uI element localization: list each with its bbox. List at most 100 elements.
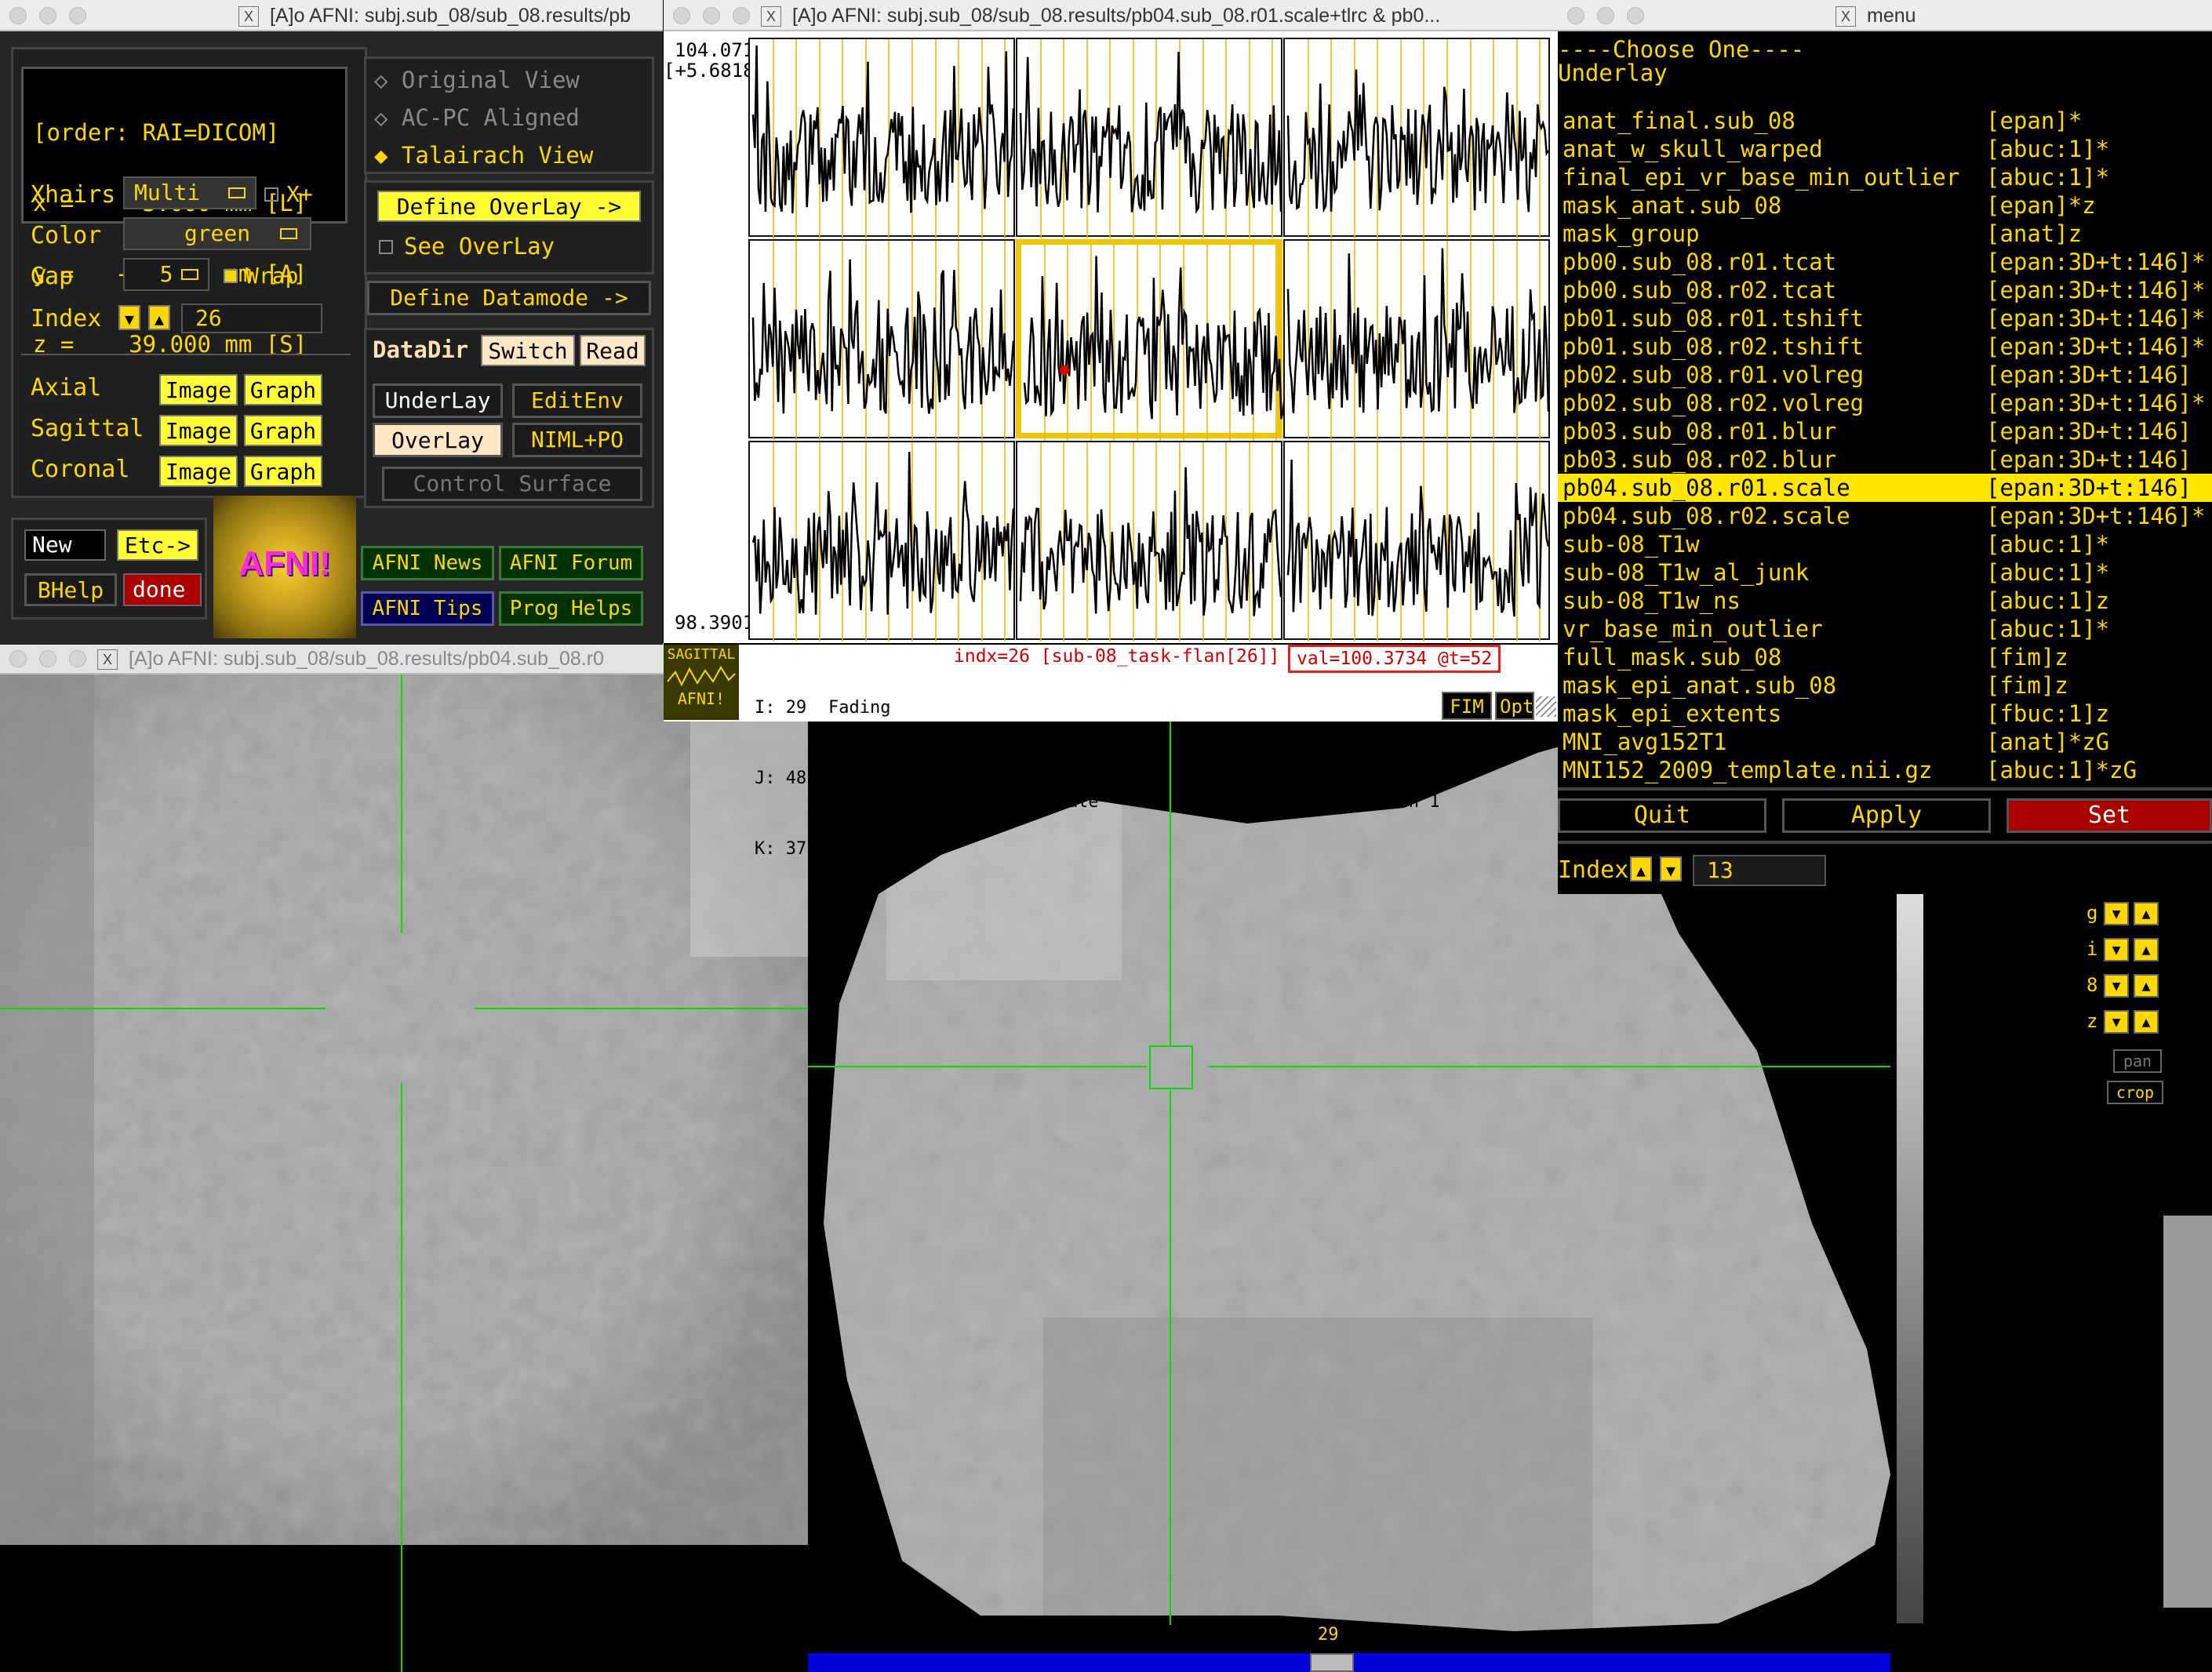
coronal-image-button[interactable]: Image — [159, 456, 238, 487]
slice-slider[interactable] — [808, 1653, 1890, 1672]
afni-tips-link[interactable]: AFNI Tips — [361, 591, 494, 626]
graph-titlebar[interactable]: X [A]o AFNI: subj.sub_08/sub_08.results/p… — [664, 0, 1558, 31]
apply-button[interactable]: Apply — [1782, 798, 1991, 833]
timeseries-cell[interactable] — [1016, 38, 1282, 238]
menu-item[interactable]: sub-08_T1w_ns [abuc:1]z — [1558, 587, 2212, 615]
decrease-button[interactable]: ▼ — [2104, 902, 2129, 925]
editenv-button[interactable]: EditEnv — [512, 383, 642, 418]
menu-item[interactable]: anat_w_skull_warped [abuc:1]* — [1558, 135, 2212, 163]
sagittal-image-button[interactable]: Image — [159, 415, 238, 446]
menu-item[interactable]: mask_group [anat]z — [1558, 220, 2212, 248]
menu-item[interactable]: mask_anat.sub_08 [epan]*z — [1558, 191, 2212, 220]
menu-item[interactable]: sub-08_T1w_al_junk [abuc:1]* — [1558, 558, 2212, 587]
menu-titlebar[interactable]: Xmenu — [1558, 0, 2212, 31]
nimlpo-button[interactable]: NIML+PO — [512, 423, 642, 457]
switch-button[interactable]: Switch — [481, 335, 575, 366]
menu-index-up-button[interactable]: ▲ — [1630, 856, 1652, 881]
crop-button[interactable]: crop — [2107, 1081, 2163, 1104]
color-menu[interactable]: green — [123, 217, 311, 250]
timeseries-grid[interactable] — [748, 38, 1550, 642]
fim-button[interactable]: FIM — [1442, 692, 1492, 720]
overlay-button[interactable]: OverLay — [373, 423, 503, 457]
timeseries-cell[interactable] — [1283, 239, 1550, 440]
menu-item[interactable]: final_epi_vr_base_min_outlier [abuc:1]* — [1558, 163, 2212, 191]
menu-item[interactable]: pb00.sub_08.r02.tcat [epan:3D+t:146]* — [1558, 276, 2212, 304]
menu-index-field[interactable]: 13 — [1693, 855, 1826, 886]
index-down-button[interactable]: ▼ — [118, 305, 140, 330]
menu-list[interactable]: anat_final.sub_08 [epan]* anat_w_skull_war… — [1558, 107, 2212, 789]
menu-item[interactable]: full_mask.sub_08 [fim]z — [1558, 643, 2212, 671]
timeseries-cell[interactable] — [748, 441, 1015, 642]
increase-button[interactable]: ▲ — [2134, 974, 2159, 998]
set-button[interactable]: Set — [2006, 798, 2212, 833]
menu-item[interactable]: vr_base_min_outlier [abuc:1]* — [1558, 615, 2212, 643]
timeseries-cell[interactable] — [748, 239, 1015, 440]
main-titlebar[interactable]: X [A]o AFNI: subj.sub_08/sub_08.results/p… — [0, 0, 663, 31]
control-surface-button[interactable]: Control Surface — [382, 467, 642, 501]
new-button[interactable]: New — [24, 529, 106, 561]
pan-button[interactable]: pan — [2113, 1049, 2162, 1073]
done-button[interactable]: done — [123, 573, 202, 606]
sagittal-graph-button[interactable]: Graph — [244, 415, 322, 446]
menu-item[interactable]: anat_final.sub_08 [epan]* — [1558, 107, 2212, 135]
timeseries-cell-center[interactable] — [1016, 239, 1286, 444]
left-image-viewer[interactable] — [0, 674, 808, 1672]
gap-menu[interactable]: 5 — [123, 258, 209, 291]
timeseries-cell[interactable] — [1283, 38, 1550, 238]
xplus-toggle[interactable]: X+ — [264, 181, 313, 207]
index-up-button[interactable]: ▲ — [148, 305, 170, 330]
menu-item[interactable]: pb03.sub_08.r01.blur [epan:3D+t:146] — [1558, 417, 2212, 445]
see-overlay-toggle[interactable]: See OverLay — [379, 233, 555, 260]
increase-button[interactable]: ▲ — [2134, 938, 2159, 961]
underlay-button[interactable]: UnderLay — [373, 383, 503, 418]
timeseries-cell[interactable] — [748, 38, 1015, 238]
etc-button[interactable]: Etc-> — [117, 529, 198, 561]
axial-graph-button[interactable]: Graph — [244, 374, 322, 405]
bhelp-button[interactable]: BHelp — [24, 573, 117, 606]
xhairs-menu[interactable]: Multi — [123, 176, 256, 209]
read-button[interactable]: Read — [580, 335, 646, 366]
menu-item[interactable]: pb04.sub_08.r02.scale [epan:3D+t:146]* — [1558, 502, 2212, 530]
menu-item[interactable]: pb02.sub_08.r02.volreg [epan:3D+t:146]* — [1558, 389, 2212, 417]
afni-forum-link[interactable]: AFNI Forum — [499, 546, 643, 580]
menu-item[interactable]: MNI152_2009_template.nii.gz [abuc:1]*zG — [1558, 756, 2212, 784]
left-brain-slice[interactable] — [0, 674, 808, 1672]
increase-button[interactable]: ▲ — [2134, 902, 2159, 925]
afni-news-link[interactable]: AFNI News — [361, 546, 494, 580]
menu-item[interactable]: pb01.sub_08.r01.tshift [epan:3D+t:146]* — [1558, 304, 2212, 333]
slice-slider-thumb[interactable] — [1310, 1653, 1354, 1672]
decrease-button[interactable]: ▼ — [2104, 974, 2129, 998]
afni-logo[interactable]: AFNI! — [213, 496, 356, 638]
menu-item[interactable]: MNI_avg152T1 [anat]*zG — [1558, 728, 2212, 756]
original-view-radio[interactable]: ◇ Original View — [374, 67, 580, 93]
menu-item[interactable]: mask_epi_anat.sub_08 [fim]z — [1558, 671, 2212, 700]
define-datamode-button[interactable]: Define Datamode -> — [367, 281, 651, 315]
resize-handle-icon[interactable] — [1536, 696, 1556, 717]
tran0-info[interactable]: Tran 0D = -none- — [1377, 720, 1487, 743]
menu-item[interactable]: pb00.sub_08.r01.tcat [epan:3D+t:146]* — [1558, 248, 2212, 276]
acpc-view-radio[interactable]: ◇ AC-PC Aligned — [374, 104, 580, 131]
opt-button[interactable]: Opt — [1495, 692, 1534, 720]
menu-item[interactable]: pb04.sub_08.r01.scale [epan:3D+t:146] — [1558, 474, 2212, 502]
decrease-button[interactable]: ▼ — [2104, 1010, 2129, 1034]
index-field[interactable]: 26 — [181, 304, 322, 333]
menu-item[interactable]: pb02.sub_08.r01.volreg [epan:3D+t:146] — [1558, 361, 2212, 389]
menu-index-down-button[interactable]: ▼ — [1660, 856, 1682, 881]
menu-item[interactable]: mask_epi_extents [fbuc:1]z — [1558, 700, 2212, 728]
menu-item[interactable]: pb01.sub_08.r02.tshift [epan:3D+t:146]* — [1558, 333, 2212, 361]
prog-helps-link[interactable]: Prog Helps — [499, 591, 643, 626]
decrease-button[interactable]: ▼ — [2104, 938, 2129, 961]
talairach-view-radio[interactable]: ◆ Talairach View — [374, 142, 593, 169]
axial-image-button[interactable]: Image — [159, 374, 238, 405]
image-viewer-titlebar[interactable]: X [A]o AFNI: subj.sub_08/sub_08.results/p… — [0, 643, 667, 674]
tran1-info[interactable]: Tran 1 — [1377, 791, 1487, 814]
define-overlay-button[interactable]: Define OverLay -> — [377, 191, 641, 222]
menu-item[interactable]: pb03.sub_08.r02.blur [epan:3D+t:146] — [1558, 445, 2212, 474]
increase-button[interactable]: ▲ — [2134, 1010, 2159, 1034]
menu-item[interactable]: sub-08_T1w [abuc:1]* — [1558, 530, 2212, 558]
coronal-graph-button[interactable]: Graph — [244, 456, 322, 487]
quit-button[interactable]: Quit — [1558, 798, 1766, 833]
timeseries-cell[interactable] — [1016, 441, 1282, 642]
wrap-toggle[interactable]: Wrap — [224, 263, 298, 289]
timeseries-cell[interactable] — [1283, 441, 1550, 642]
